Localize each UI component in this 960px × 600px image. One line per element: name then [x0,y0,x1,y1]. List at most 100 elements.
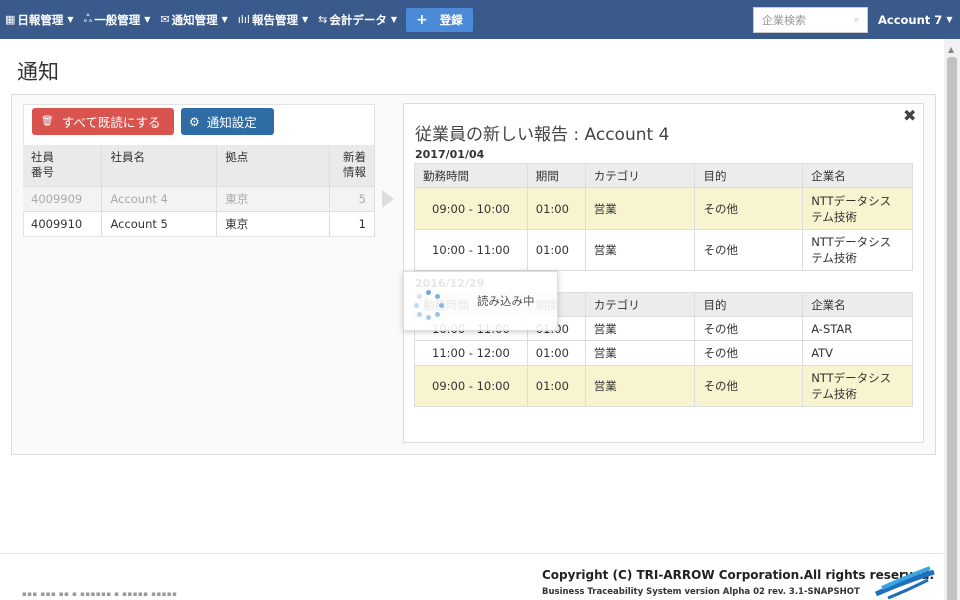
report-table: 勤務時間 期間 カテゴリ 目的 企業名 09:00 - 10:00 01:00 営業 その他 NT… [414,163,913,271]
register-button[interactable]: + 登録 [406,7,473,32]
category-cell: 営業 [584,340,696,366]
plus-icon: + [416,11,428,28]
scrollbar-thumb[interactable] [947,57,957,600]
report-title: 従業員の新しい報告 : Account 4 [415,125,670,145]
header-employee-name: 社員名 [101,145,218,186]
trash-icon: 🗑 [41,116,54,127]
company-search-input[interactable]: 企業検索 ⌕ [753,7,868,33]
account-label: Account 7 [878,12,943,27]
category-cell: 営業 [584,365,696,407]
employee-name-cell: Account 4 [101,185,218,211]
company-cell: NTTデータシス テム技術 [802,187,913,230]
report-header-cell: 企業名 [802,292,913,317]
search-placeholder: 企業検索 [762,14,806,27]
purpose-cell: その他 [694,340,804,366]
account-menu[interactable]: Account 7 ▼ [878,0,952,39]
company-cell: A-STAR [802,316,913,341]
report-header-cell: 目的 [694,292,804,317]
employee-id-cell: 4009909 [23,185,103,211]
work-time-cell: 10:00 - 11:00 [414,229,528,271]
category-cell: 営業 [584,187,696,230]
tri-arrow-logo [874,566,935,600]
footer-version: Business Traceability System version Alp… [542,587,860,597]
nav-menu-label: 日報管理 [17,12,64,27]
work-time-cell: 09:00 - 10:00 [414,187,528,230]
header-new-info: 新着 情報 [329,145,375,186]
nav-menu-item[interactable]: ஃ 一般管理 ▼ [79,0,156,39]
duration-cell: 01:00 [526,365,586,407]
duration-cell: 01:00 [526,229,586,271]
users-icon: ஃ [83,12,93,25]
employee-table-header: 社員 番号 社員名 拠点 新着 情報 [23,145,375,186]
loading-text: 読み込み中 [477,294,535,308]
close-icon[interactable]: ✖ [903,106,916,125]
employee-id-cell: 4009910 [23,210,103,236]
footer-left-text: ▪▪▪ ▪▪▪ ▪▪ ▪ ▪▪▪▪▪▪ ▪ ▪▪▪▪▪ ▪▪▪▪▪ [22,590,178,598]
duration-cell: 01:00 [526,340,586,366]
retweet-icon: ⇆ [318,13,328,26]
nav-menu-label: 一般管理 [94,12,141,27]
company-cell: ATV [802,340,913,366]
caret-down-icon: ▼ [946,15,953,24]
caret-down-icon: ▼ [301,15,309,24]
category-cell: 営業 [584,229,696,271]
report-header-cell: カテゴリ [584,163,696,188]
notification-settings-label: 通知設定 [206,115,257,130]
scroll-up-icon[interactable]: ▲ [948,45,954,54]
employee-name-cell: Account 5 [101,210,218,236]
report-header-cell: 勤務時間 [414,163,528,188]
work-time-cell: 11:00 - 12:00 [414,340,528,366]
selected-arrow-icon [382,190,394,208]
report-row: 10:00 - 11:00 01:00 営業 その他 NTTデータシス テム技術 [414,229,913,271]
footer-divider [0,553,944,554]
report-table-header: 勤務時間期間カテゴリ目的企業名 [414,163,913,188]
chart-icon: ılıl [237,13,250,26]
nav-menu-item[interactable]: ⇆ 会計データ ▼ [313,0,402,39]
page-title: 通知 [17,60,59,84]
mark-all-read-button[interactable]: 🗑 すべて既読にする [32,108,174,135]
employee-table: 社員 番号 社員名 拠点 新着 情報 4009909 Account 4 東京 5 40… [23,145,375,236]
search-icon[interactable]: ⌕ [854,15,859,25]
report-header-cell: 期間 [526,163,586,188]
purpose-cell: その他 [694,365,804,407]
nav-menu-item[interactable]: ▦ 日報管理 ▼ [0,0,79,39]
base-cell: 東京 [216,210,331,236]
loading-overlay: 読み込み中 [403,271,558,331]
company-cell: NTTデータシス テム技術 [802,365,913,407]
report-row: 09:00 - 10:00 01:00 営業 その他 NTTデータシス テム技術 [414,365,913,407]
mark-all-read-label: すべて既読にする [61,115,161,130]
notification-settings-button[interactable]: ⚙ 通知設定 [181,108,274,135]
caret-down-icon: ▼ [144,15,151,24]
vertical-scrollbar[interactable]: ▲ ▼ [944,39,960,600]
report-row: 11:00 - 12:00 01:00 営業 その他 ATV [414,340,913,366]
caret-down-icon: ▼ [67,15,74,24]
report-header-cell: 目的 [694,163,804,188]
nav-menu-label: 通知管理 [171,12,218,27]
calendar-icon: ▦ [5,13,16,26]
report-row: 09:00 - 10:00 01:00 営業 その他 NTTデータシス テム技術 [414,187,913,230]
report-date: 2017/01/04 [415,148,485,161]
employee-row[interactable]: 4009909 Account 4 東京 5 [23,185,375,211]
envelope-icon: ✉ [160,13,170,26]
category-cell: 営業 [584,316,696,341]
gear-icon: ⚙ [189,114,200,129]
new-info-count: 1 [329,210,375,236]
nav-menu-item[interactable]: ✉ 通知管理 ▼ [155,0,232,39]
employee-row[interactable]: 4009910 Account 5 東京 1 [23,210,375,236]
header-employee-id: 社員 番号 [23,145,103,186]
nav-menu-label: 報告管理 [251,12,298,27]
purpose-cell: その他 [694,316,804,341]
purpose-cell: その他 [694,187,804,230]
duration-cell: 01:00 [526,187,586,230]
base-cell: 東京 [216,185,331,211]
spinner-icon [414,290,444,320]
caret-down-icon: ▼ [221,15,228,24]
nav-menu-label: 会計データ [329,12,387,27]
company-cell: NTTデータシス テム技術 [802,229,913,271]
work-time-cell: 09:00 - 10:00 [414,365,528,407]
purpose-cell: その他 [694,229,804,271]
report-header-cell: カテゴリ [584,292,696,317]
nav-menu-item[interactable]: ılıl 報告管理 ▼ [233,0,313,39]
register-label: 登録 [439,12,463,27]
nav-menu: ▦ 日報管理 ▼ ஃ 一般管理 ▼ ✉ 通知管理 ▼ ılıl 報告管理 ▼ ⇆ 会計データ ▼ [0,0,402,39]
